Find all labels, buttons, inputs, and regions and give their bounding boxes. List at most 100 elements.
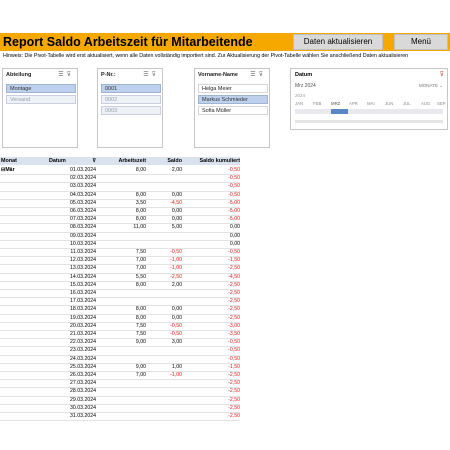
clear-filter-icon[interactable]: ⊽ (152, 72, 159, 78)
cell-kumuliert: 0,00 (229, 240, 240, 247)
cell-datum: 17.03.2024 (70, 298, 96, 305)
cell-arbeitszeit: 7,50 (135, 249, 146, 255)
cell-arbeitszeit: 7,50 (135, 322, 146, 329)
cell-arbeitszeit (98, 289, 146, 297)
cell-arbeitszeit: 9,00 (135, 363, 146, 370)
column-header-datum[interactable]: Datum ⊽ (48, 157, 99, 165)
slicer-item-markus-schmieder[interactable]: Markus Schmieder (198, 95, 268, 104)
slicer-item-helga-meier[interactable]: Helga Meier (198, 84, 268, 93)
hint-text: Hinweis: Die Pivot-Tabelle wird erst akt… (3, 53, 409, 59)
cell-saldo: 0,00 (171, 306, 182, 313)
timeline-month-aug[interactable]: AUG (421, 101, 430, 106)
cell-kumuliert: -0,50 (228, 355, 240, 362)
cell-kumuliert: -2,50 (228, 388, 240, 395)
column-header-monat: Monat (0, 157, 49, 165)
timeline-datum: Datum ⊽ Mrz 2024 MONATE ⌄ 2024 JAN FEB M… (290, 68, 448, 130)
slicer-name: Vorname-Name ☰⊽ Helga Meier Markus Schmi… (194, 68, 270, 148)
cell-kumuliert: -2,50 (228, 372, 240, 378)
cell-saldo (146, 289, 182, 297)
cell-saldo (146, 387, 182, 395)
multi-select-icon[interactable]: ☰ (143, 72, 151, 78)
cell-kumuliert: -4,50 (228, 273, 240, 280)
cell-datum: 10.03.2024 (70, 240, 96, 247)
cell-saldo: 0,00 (171, 191, 182, 198)
cell-arbeitszeit (98, 182, 146, 190)
cell-datum: 24.03.2024 (70, 355, 96, 362)
cell-saldo: 2,00 (171, 281, 182, 288)
filter-dropdown-icon[interactable]: ⊽ (92, 157, 96, 165)
column-header-saldo: Saldo (146, 157, 182, 165)
slicer-item-sofia-mueller[interactable]: Sofia Müller (198, 106, 268, 115)
cell-datum: 25.03.2024 (70, 363, 96, 370)
cell-arbeitszeit: 7,00 (135, 372, 146, 378)
slicer-item-0003[interactable]: 0003 (101, 106, 161, 115)
cell-arbeitszeit (98, 396, 146, 404)
cell-kumuliert: -2,50 (228, 306, 240, 313)
cell-datum: 23.03.2024 (70, 347, 96, 354)
cell-saldo (146, 404, 182, 412)
cell-saldo: 0,00 (171, 216, 182, 223)
cell-kumuliert: -5,00 (228, 199, 240, 206)
cell-saldo (146, 355, 182, 363)
cell-kumuliert: -2,50 (228, 380, 240, 387)
cell-kumuliert: -0,50 (228, 191, 240, 198)
cell-arbeitszeit: 8,00 (135, 314, 146, 321)
clear-filter-icon[interactable]: ⊽ (440, 71, 444, 78)
slicer-item-0002[interactable]: 0002 (101, 95, 161, 104)
row-divider (0, 420, 240, 422)
cell-datum: 28.03.2024 (70, 388, 96, 395)
slicer-item-montage[interactable]: Montage (6, 84, 76, 93)
multi-select-icon[interactable]: ☰ (250, 72, 258, 78)
cell-kumuliert: -2,50 (228, 314, 240, 321)
cell-kumuliert: -0,50 (228, 183, 240, 190)
timeline-month-feb[interactable]: FEB (313, 101, 321, 106)
timeline-selection[interactable] (331, 109, 348, 114)
cell-arbeitszeit: 8,00 (135, 167, 146, 173)
cell-datum: 14.03.2024 (70, 273, 96, 280)
timeline-month-jul[interactable]: JUL (403, 101, 411, 106)
timeline-title: Datum (295, 72, 313, 78)
cell-saldo: 2,00 (171, 167, 182, 173)
clear-filter-icon[interactable]: ⊽ (259, 72, 266, 78)
cell-kumuliert: -2,50 (228, 413, 240, 419)
timeline-month-mrz[interactable]: MRZ (331, 101, 340, 106)
slicer-item-0001[interactable]: 0001 (101, 84, 161, 93)
cell-arbeitszeit (98, 232, 146, 240)
refresh-data-button[interactable]: Daten aktualisieren (293, 34, 383, 50)
cell-saldo: -0,50 (170, 322, 182, 329)
cell-saldo: -0,50 (170, 331, 182, 337)
column-header-saldo-kumuliert: Saldo kumuliert (182, 157, 240, 165)
timeline-level-dropdown[interactable]: MONATE ⌄ (419, 83, 443, 89)
clear-filter-icon[interactable]: ⊽ (67, 72, 74, 78)
timeline-month-apr[interactable]: APR (349, 101, 358, 106)
timeline-track (295, 109, 443, 114)
cell-kumuliert: -5,00 (228, 216, 240, 223)
cell-arbeitszeit (98, 387, 146, 395)
cell-arbeitszeit (98, 355, 146, 363)
timeline-month-jun[interactable]: JUN (385, 101, 393, 106)
cell-saldo: 3,00 (171, 339, 182, 346)
cell-datum: 26.03.2024 (70, 372, 96, 378)
timeline-year: 2024 (295, 93, 306, 98)
cell-datum: 09.03.2024 (70, 232, 96, 239)
cell-arbeitszeit (98, 379, 146, 387)
menu-button[interactable]: Menü (394, 34, 448, 50)
slicer-item-versand[interactable]: Versand (6, 95, 76, 104)
timeline-month-jan[interactable]: JAN (295, 101, 303, 106)
cell-saldo: -1,00 (170, 257, 182, 264)
multi-select-icon[interactable]: ☰ (58, 72, 66, 78)
cell-saldo: 1,00 (171, 363, 182, 370)
group-toggle[interactable]: ⊟Mär (1, 166, 15, 174)
cell-saldo (146, 240, 182, 248)
timeline-month-mai[interactable]: MAI (367, 101, 375, 106)
cell-datum: 06.03.2024 (70, 208, 96, 214)
cell-arbeitszeit: 3,50 (135, 199, 146, 206)
cell-saldo (146, 182, 182, 190)
cell-kumuliert: -2,50 (228, 396, 240, 403)
timeline-scrollbar[interactable] (295, 120, 443, 123)
column-header-arbeitszeit: Arbeitszeit (98, 157, 146, 165)
slicer-pnr: P-Nr.: ☰⊽ 0001 0002 0003 (97, 68, 163, 148)
cell-saldo: -1,00 (170, 265, 182, 272)
cell-arbeitszeit (98, 297, 146, 305)
timeline-month-sep[interactable]: SEP (437, 101, 446, 106)
